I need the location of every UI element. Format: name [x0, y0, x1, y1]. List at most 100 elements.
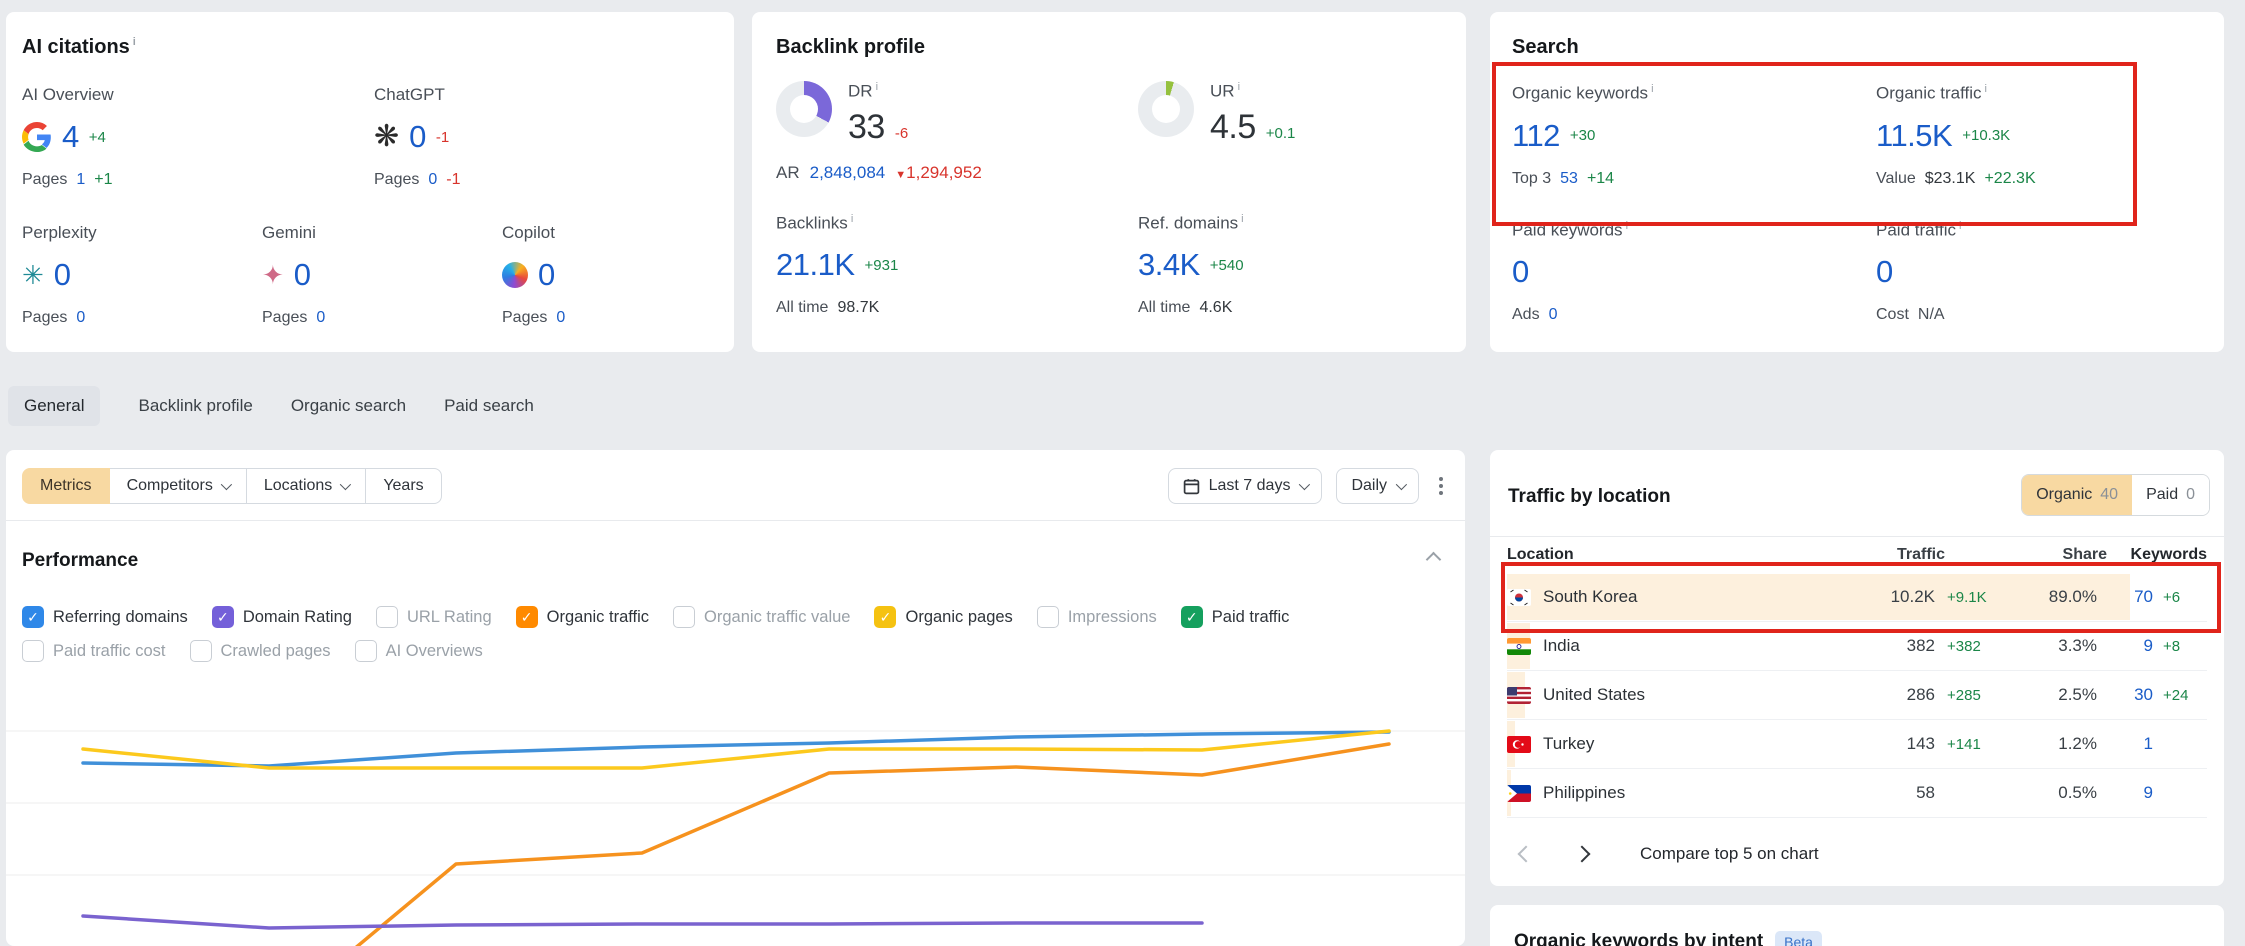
gemini-value: 0: [294, 257, 311, 293]
table-row-south-korea[interactable]: South Korea 10.2K +9.1K 89.0% 70 +6: [1507, 573, 2207, 622]
tab-paid-search[interactable]: Paid search: [444, 386, 534, 426]
checkbox-organic-pages[interactable]: ✓Organic pages: [874, 606, 1012, 628]
paid-traffic-value[interactable]: 0: [1876, 254, 1893, 290]
ai-overview-delta: +4: [89, 129, 106, 146]
organic-traffic-value[interactable]: 11.5K: [1876, 118, 1952, 154]
checkbox-impressions[interactable]: Impressions: [1037, 606, 1157, 628]
performance-line-chart[interactable]: [6, 665, 1465, 946]
chatgpt-metric: ChatGPT ❋ 0 -1 Pages0-1: [374, 85, 710, 189]
chatgpt-delta: -1: [436, 129, 449, 146]
ai-citations-card: AI citations AI Overview 4 +4 Pages1+1 C…: [6, 12, 734, 352]
ai-overview-value: 4: [62, 119, 79, 155]
info-icon[interactable]: [1626, 220, 1628, 232]
search-title: Search: [1512, 36, 2200, 59]
date-range-button[interactable]: Last 7 days: [1168, 468, 1323, 504]
compare-top5-link[interactable]: Compare top 5 on chart: [1640, 844, 1819, 864]
collapse-chevron-icon[interactable]: [1426, 552, 1442, 568]
copilot-value: 0: [538, 257, 555, 293]
info-icon[interactable]: [1959, 220, 1961, 232]
filter-segmented-control: Metrics Competitors Locations Years: [22, 468, 442, 504]
copilot-metric: Copilot 0 Pages0: [502, 223, 710, 327]
search-card: Search Organic keywords 112 +30 Top 353+…: [1490, 12, 2224, 352]
years-button[interactable]: Years: [365, 468, 441, 504]
decrease-triangle-icon: ▼: [895, 169, 906, 181]
ai-citations-title: AI citations: [22, 36, 710, 59]
locations-button[interactable]: Locations: [246, 468, 367, 504]
checkbox-crawled-pages[interactable]: Crawled pages: [190, 640, 331, 662]
competitors-button[interactable]: Competitors: [109, 468, 247, 504]
ahrefs-rank: AR 2,848,084 ▼1,294,952: [776, 163, 1138, 183]
table-row-philippines[interactable]: Philippines 58 0.5% 9: [1507, 769, 2207, 818]
checkbox-referring-domains[interactable]: ✓Referring domains: [22, 606, 188, 628]
checkbox-organic-traffic[interactable]: ✓Organic traffic: [516, 606, 649, 628]
ur-delta: +0.1: [1266, 125, 1296, 142]
ur-value: 4.5: [1210, 108, 1256, 147]
flag-south-korea-icon: [1507, 589, 1531, 606]
ai-overview-metric: AI Overview 4 +4 Pages1+1: [22, 85, 374, 189]
more-options-kebab-icon[interactable]: [1433, 471, 1449, 501]
chatgpt-value: 0: [409, 119, 426, 155]
organic-paid-toggle: Organic40 Paid0: [2021, 474, 2210, 516]
table-row-turkey[interactable]: Turkey 143 +141 1.2% 1: [1507, 720, 2207, 769]
checkbox-ai-overviews[interactable]: AI Overviews: [355, 640, 483, 662]
dr-delta: -6: [895, 125, 908, 142]
info-icon[interactable]: [1238, 81, 1240, 93]
checkbox-domain-rating[interactable]: ✓Domain Rating: [212, 606, 352, 628]
dr-donut-chart: [776, 81, 832, 137]
granularity-button[interactable]: Daily: [1336, 468, 1419, 504]
paid-keywords-metric: Paid keywords 0 Ads0: [1512, 220, 1876, 325]
checkbox-url-rating[interactable]: URL Rating: [376, 606, 492, 628]
tab-organic-search[interactable]: Organic search: [291, 386, 406, 426]
location-table-header: Location Traffic Share Keywords: [1507, 537, 2207, 573]
info-icon[interactable]: [133, 36, 136, 48]
chevron-down-icon: [221, 479, 232, 490]
chevron-down-icon: [1396, 479, 1407, 490]
info-icon[interactable]: [851, 213, 853, 225]
backlink-profile-card: Backlink profile DR 33 -6: [752, 12, 1466, 352]
info-icon[interactable]: [1241, 213, 1243, 225]
seo-overview-dashboard: AI citations AI Overview 4 +4 Pages1+1 C…: [0, 0, 2245, 946]
ref-domains-metric: Ref. domains 3.4K +540 All time4.6K: [1138, 213, 1442, 318]
dr-value: 33: [848, 108, 885, 147]
paid-keywords-value[interactable]: 0: [1512, 254, 1529, 290]
chevron-down-icon: [340, 479, 351, 490]
checkbox-paid-traffic-cost[interactable]: Paid traffic cost: [22, 640, 166, 662]
tab-backlink-profile[interactable]: Backlink profile: [138, 386, 252, 426]
performance-card: Metrics Competitors Locations Years Last…: [6, 450, 1465, 946]
organic-traffic-metric: Organic traffic 11.5K +10.3K Value$23.1K…: [1876, 83, 2200, 188]
backlinks-metric: Backlinks 21.1K +931 All time98.7K: [776, 213, 1138, 318]
paid-traffic-metric: Paid traffic 0 CostN/A: [1876, 220, 2200, 325]
organic-keywords-value[interactable]: 112: [1512, 118, 1560, 154]
paid-toggle[interactable]: Paid0: [2132, 475, 2209, 515]
previous-page-chevron-icon[interactable]: [1518, 846, 1535, 863]
organic-toggle[interactable]: Organic40: [2022, 475, 2132, 515]
info-icon[interactable]: [1985, 83, 1987, 95]
info-icon[interactable]: [876, 81, 878, 93]
next-page-chevron-icon[interactable]: [1574, 846, 1591, 863]
keywords-by-intent-card: Organic keywords by intent Beta: [1490, 905, 2224, 946]
info-icon[interactable]: [1651, 83, 1653, 95]
report-tabs: General Backlink profile Organic search …: [8, 386, 534, 426]
divider: [6, 520, 1465, 521]
flag-united-states-icon: [1507, 687, 1531, 704]
ur-donut-chart: [1138, 81, 1194, 137]
google-icon: [22, 122, 52, 152]
backlinks-value[interactable]: 21.1K: [776, 247, 855, 283]
backlink-profile-title: Backlink profile: [776, 36, 1442, 59]
chatgpt-icon: ❋: [374, 122, 399, 152]
flag-india-icon: [1507, 638, 1531, 655]
perplexity-value: 0: [54, 257, 71, 293]
table-row-india[interactable]: India 382 +382 3.3% 9 +8: [1507, 622, 2207, 671]
table-row-united-states[interactable]: United States 286 +285 2.5% 30 +24: [1507, 671, 2207, 720]
checkbox-paid-traffic[interactable]: ✓Paid traffic: [1181, 606, 1290, 628]
beta-badge: Beta: [1775, 931, 1822, 946]
traffic-by-location-title: Traffic by location: [1508, 486, 1671, 508]
checkbox-organic-traffic-value[interactable]: Organic traffic value: [673, 606, 850, 628]
gemini-metric: Gemini ✦ 0 Pages0: [262, 223, 502, 327]
metric-checkbox-row-2: Paid traffic cost Crawled pages AI Overv…: [22, 640, 483, 662]
metrics-button[interactable]: Metrics: [22, 468, 110, 504]
metric-checkbox-row-1: ✓Referring domains ✓Domain Rating URL Ra…: [22, 606, 1289, 628]
tab-general[interactable]: General: [8, 386, 100, 426]
calendar-icon: [1183, 478, 1200, 495]
ref-domains-value[interactable]: 3.4K: [1138, 247, 1200, 283]
